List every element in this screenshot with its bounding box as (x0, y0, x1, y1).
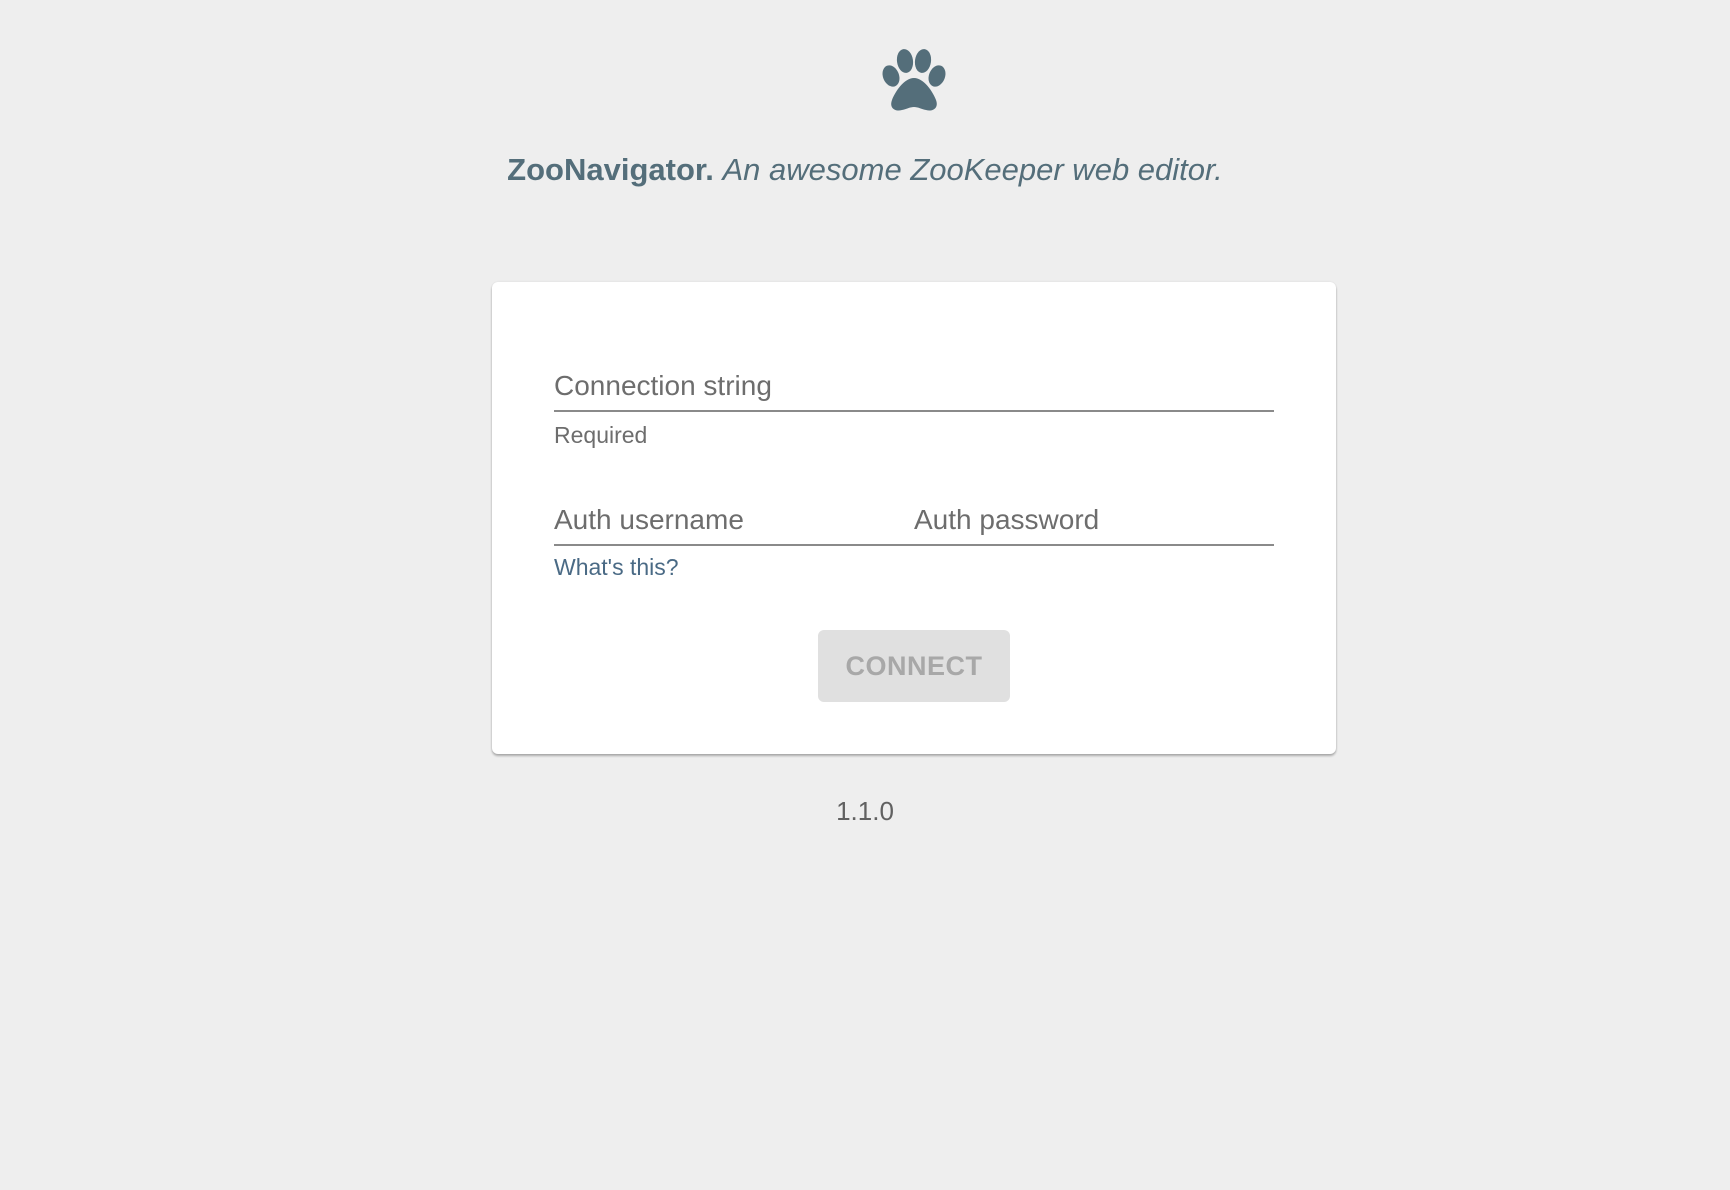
connect-button[interactable]: CONNECT (818, 630, 1010, 702)
auth-username-field[interactable] (554, 496, 914, 546)
connect-card: Required What's this? CONNECT (492, 282, 1336, 754)
auth-username-input[interactable] (554, 496, 914, 544)
required-hint: Required (554, 422, 648, 448)
paw-icon (880, 48, 948, 112)
connection-string-input[interactable] (554, 362, 1274, 410)
app-name: ZooNavigator. (507, 152, 714, 187)
auth-password-field[interactable] (914, 496, 1274, 546)
connection-string-field[interactable] (554, 362, 1274, 412)
whats-this-link[interactable]: What's this? (554, 554, 679, 581)
app-slogan: An awesome ZooKeeper web editor. (722, 152, 1223, 187)
auth-password-input[interactable] (914, 496, 1274, 544)
app-tagline: ZooNavigator. An awesome ZooKeeper web e… (0, 150, 1730, 190)
version-label: 1.1.0 (836, 796, 894, 826)
